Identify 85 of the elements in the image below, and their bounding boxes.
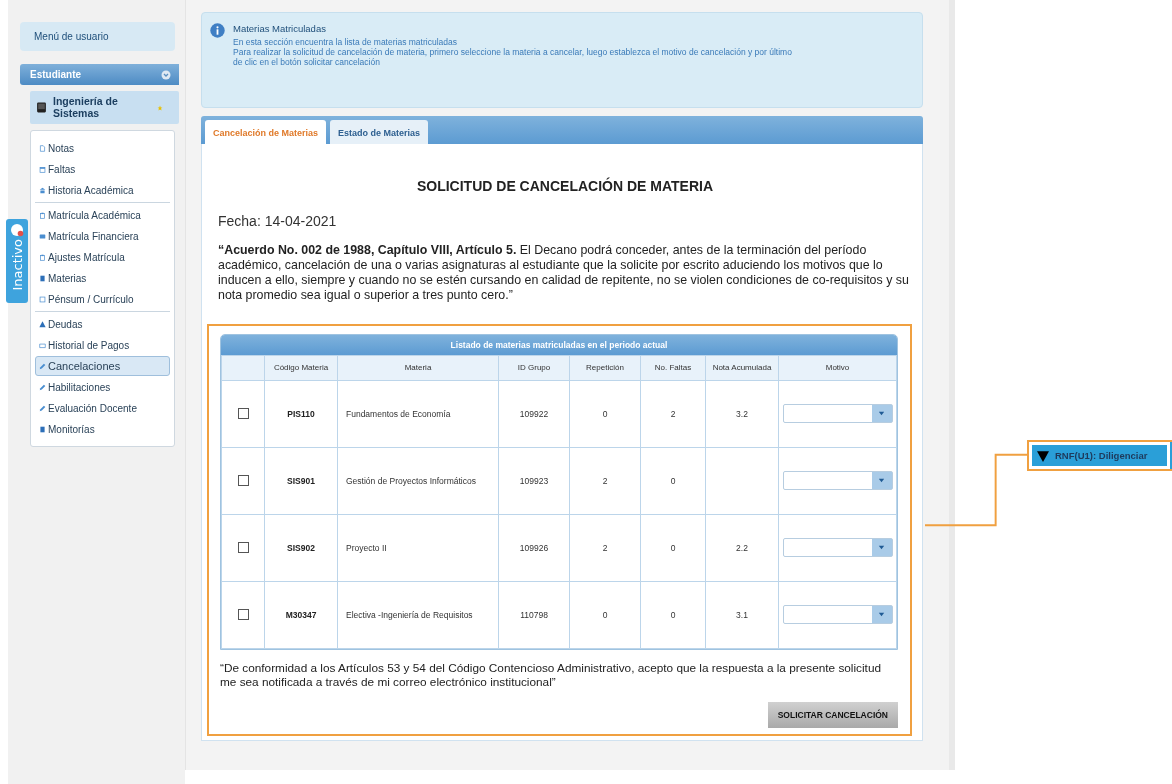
table-cell: 109926 <box>519 542 549 553</box>
submit-button[interactable]: SOLICITAR CANCELACIÓN <box>767 701 898 728</box>
info-text: Para realizar la solicitud de cancelación de materia, primero seleccione la materia a cancelar, luego establezca el motivo de cancelación y por último <box>233 47 792 58</box>
table-cell: 3.2 <box>736 408 748 419</box>
star-icon <box>157 104 163 111</box>
table-cell: 0 <box>670 475 676 486</box>
menu-item[interactable]: Cancelaciones <box>35 356 170 377</box>
book-icon <box>39 425 46 433</box>
calendar-icon <box>39 165 46 173</box>
consent-text: “De conformidad a los Artículos 53 y 54 del Código Contencioso Administrativo, acepto que la respuesta a la presente solicitud me sea notificada a través de mi correo electrónico institucional” <box>220 660 882 689</box>
menu-item[interactable]: Evaluación Docente <box>35 398 170 419</box>
table-cell: 2.2 <box>736 542 748 553</box>
date-text: Fecha: 14-04-2021 <box>218 213 338 229</box>
caret-down-icon <box>877 476 886 485</box>
table-cell: M30347 <box>285 609 317 620</box>
book-icon <box>39 274 46 282</box>
table-cell: 109923 <box>519 475 549 486</box>
warning-icon <box>39 320 46 328</box>
table-cell: PIS110 <box>287 408 315 419</box>
menu-item[interactable]: Matrícula Académica <box>35 205 170 226</box>
table-cell: 109922 <box>519 408 549 419</box>
menu-item[interactable]: Ajustes Matrícula <box>35 247 170 268</box>
info-text: de clic en el botón solicitar cancelación <box>233 57 381 68</box>
table-cell: Electiva -Ingeniería de Requisitos <box>346 609 473 620</box>
user-menu-button[interactable]: Menú de usuario <box>20 22 175 51</box>
column-header: Código Materia <box>264 355 338 380</box>
menu-item[interactable]: Faltas <box>35 159 170 180</box>
menu-item[interactable]: Matrícula Financiera <box>35 226 170 247</box>
building-icon <box>39 186 46 194</box>
menu-item[interactable]: Deudas <box>35 314 170 335</box>
wallet-icon <box>39 341 46 349</box>
triangle-down-icon <box>1037 449 1049 462</box>
column-header: ID Grupo <box>498 355 570 380</box>
info-title: Materias Matriculadas <box>233 23 327 34</box>
table-cell: Proyecto II <box>346 542 387 553</box>
caret-down-icon <box>877 409 886 418</box>
program-item[interactable]: Ingeniería de Sistemas <box>30 91 179 125</box>
menu-item[interactable]: Pénsum / Currículo <box>35 289 170 310</box>
clipboard-icon <box>39 211 46 219</box>
table-cell: 110798 <box>520 609 548 620</box>
column-header: Nota Acumulada <box>705 355 779 380</box>
book-icon <box>36 102 47 114</box>
chat-bubble-icon <box>10 223 24 237</box>
pencil-icon <box>39 404 46 412</box>
caret-down-icon <box>877 610 886 619</box>
column-header: Motivo <box>778 355 897 380</box>
table-cell: 2 <box>602 542 608 553</box>
table-cell: 0 <box>670 609 676 620</box>
document-icon <box>39 295 46 303</box>
menu-item[interactable]: Historia Académica <box>35 180 170 201</box>
checkbox[interactable] <box>237 542 249 554</box>
table-cell: Fundamentos de Economía <box>346 408 451 419</box>
checkbox[interactable] <box>237 475 249 487</box>
table-cell: Gestión de Proyectos Informáticos <box>346 475 476 486</box>
table-cell: 0 <box>602 609 608 620</box>
table-cell: 2 <box>602 475 608 486</box>
caret-down-icon <box>877 543 886 552</box>
annotation-label: RNF(U1): Diligenciar <box>1027 440 1172 471</box>
menu-item[interactable]: Habilitaciones <box>35 377 170 398</box>
form-title: SOLICITUD DE CANCELACIÓN DE MATERIA <box>415 178 715 194</box>
column-header: Repetición <box>569 355 641 380</box>
table-caption: Listado de materias matriculadas en el periodo actual <box>221 334 897 355</box>
table-cell: 3.1 <box>736 609 748 620</box>
menu-item[interactable]: Historial de Pagos <box>35 335 170 356</box>
menu-item[interactable]: Notas <box>35 138 170 159</box>
pencil-icon <box>39 362 46 370</box>
checkbox[interactable] <box>237 609 249 621</box>
table-cell: 0 <box>602 408 608 419</box>
table-cell: 2 <box>670 408 676 419</box>
column-header: No. Faltas <box>640 355 706 380</box>
clipboard-icon <box>39 253 46 261</box>
checkbox[interactable] <box>237 408 249 420</box>
table-cell: SIS901 <box>287 475 315 486</box>
info-icon <box>210 23 225 38</box>
table-cell: SIS902 <box>287 542 315 553</box>
menu-item[interactable]: Monitorías <box>35 419 170 440</box>
column-header: Materia <box>337 355 499 380</box>
menu-item[interactable]: Materias <box>35 268 170 289</box>
tab[interactable]: Estado de Materias <box>330 120 429 144</box>
regulation-text: “Acuerdo No. 002 de 1988, Capítulo VIII, Artículo 5. El Decano podrá conceder, antes de la terminación del período académico, cancelación de una o varias asignaturas al estudiante que la solicite por escrito aduciendo los motivos que lo inducen a ello, siempre y cuando no se estén cursando en calidad de repitente, no se violen condiciones de co-requisitos y su nota promedio sea igual o superior a tres punto cero.” <box>218 243 910 304</box>
pencil-icon <box>39 383 46 391</box>
table-cell: 0 <box>670 542 676 553</box>
info-text: En esta sección encuentra la lista de materias matriculadas <box>233 37 458 48</box>
card-icon <box>39 232 46 240</box>
document-icon <box>39 144 46 152</box>
